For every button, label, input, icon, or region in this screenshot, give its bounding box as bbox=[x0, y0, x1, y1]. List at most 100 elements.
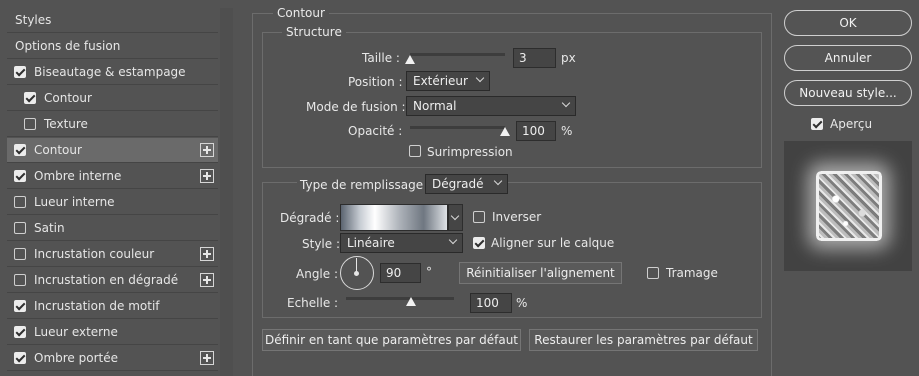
structure-legend: Structure bbox=[282, 25, 346, 39]
style-item-label: Incrustation de motif bbox=[34, 299, 160, 313]
angle-dial-center bbox=[354, 271, 359, 276]
angle-label: Angle : bbox=[296, 267, 339, 281]
add-icon[interactable] bbox=[200, 169, 214, 183]
scale-label: Echelle : bbox=[287, 296, 339, 310]
add-icon[interactable] bbox=[200, 247, 214, 261]
style-item-label: Incrustation couleur bbox=[34, 247, 155, 261]
style-item-checkbox[interactable] bbox=[14, 326, 26, 338]
style-item-checkbox[interactable] bbox=[14, 144, 26, 156]
stroke-title: Contour bbox=[273, 6, 329, 20]
style-item-checkbox[interactable] bbox=[14, 222, 26, 234]
style-value: Linéaire bbox=[347, 236, 395, 250]
size-label: Taille : bbox=[362, 51, 400, 65]
angle-input[interactable]: 90 bbox=[380, 263, 421, 283]
blend-mode-label: Mode de fusion : bbox=[306, 100, 406, 114]
style-item-label: Texture bbox=[44, 117, 88, 131]
fill-type-value: Dégradé bbox=[432, 177, 484, 191]
styles-header[interactable]: Styles bbox=[7, 8, 218, 33]
style-item-label: Lueur externe bbox=[34, 325, 118, 339]
position-select[interactable]: Extérieur bbox=[406, 71, 490, 91]
gradient-dropdown[interactable] bbox=[448, 204, 463, 231]
style-item[interactable]: Biseautage & estampage bbox=[7, 60, 218, 85]
blend-mode-value: Normal bbox=[413, 99, 457, 113]
size-slider-track[interactable] bbox=[410, 53, 505, 56]
style-item[interactable]: Incrustation de motif bbox=[7, 294, 218, 319]
style-item-checkbox[interactable] bbox=[24, 118, 36, 130]
make-default-button[interactable]: Définir en tant que paramètres par défau… bbox=[262, 329, 521, 351]
scale-slider-thumb[interactable] bbox=[405, 297, 416, 306]
chevron-down-icon bbox=[475, 73, 485, 83]
gradient-swatch[interactable] bbox=[340, 204, 448, 231]
blending-options-item[interactable]: Options de fusion bbox=[7, 34, 218, 59]
scale-input[interactable]: 100 bbox=[470, 293, 512, 313]
style-item-label: Contour bbox=[34, 143, 82, 157]
overprint-label: Surimpression bbox=[427, 145, 513, 159]
style-item[interactable]: Contour bbox=[7, 86, 218, 111]
align-layer-label: Aligner sur le calque bbox=[491, 236, 615, 250]
style-item-label: Contour bbox=[44, 91, 92, 105]
style-item[interactable]: Contour bbox=[7, 138, 218, 163]
new-style-button[interactable]: Nouveau style... bbox=[784, 80, 912, 106]
style-item[interactable]: Incrustation en dégradé bbox=[7, 268, 218, 293]
add-icon[interactable] bbox=[200, 351, 214, 365]
cancel-button[interactable]: Annuler bbox=[784, 45, 912, 71]
align-layer-checkbox[interactable] bbox=[473, 237, 485, 252]
style-item-checkbox[interactable] bbox=[24, 92, 36, 104]
style-item-checkbox[interactable] bbox=[14, 66, 26, 78]
dither-checkbox[interactable] bbox=[647, 267, 659, 282]
style-item-checkbox[interactable] bbox=[14, 274, 26, 286]
opacity-slider-track[interactable] bbox=[410, 126, 505, 129]
styles-scrollbar[interactable] bbox=[220, 8, 233, 376]
add-icon[interactable] bbox=[200, 273, 214, 287]
style-item[interactable]: Ombre portée bbox=[7, 346, 218, 371]
style-item-label: Incrustation en dégradé bbox=[34, 273, 179, 287]
style-item-label: Satin bbox=[34, 221, 65, 235]
chevron-down-icon bbox=[448, 235, 458, 245]
reverse-checkbox[interactable] bbox=[473, 211, 485, 226]
opacity-slider-thumb[interactable] bbox=[500, 127, 510, 136]
size-slider-thumb[interactable] bbox=[405, 55, 415, 64]
position-value: Extérieur bbox=[413, 74, 468, 88]
style-item-checkbox[interactable] bbox=[14, 352, 26, 364]
style-item-checkbox[interactable] bbox=[14, 248, 26, 260]
chevron-down-icon bbox=[561, 98, 571, 108]
add-icon[interactable] bbox=[200, 143, 214, 157]
opacity-input[interactable]: 100 bbox=[516, 121, 556, 141]
style-item-label: Ombre portée bbox=[34, 351, 118, 365]
reset-alignment-button[interactable]: Réinitialiser l'alignement bbox=[459, 262, 622, 284]
preview-thumbnail bbox=[816, 171, 882, 241]
chevron-down-icon bbox=[493, 176, 503, 186]
preview-checkbox[interactable] bbox=[811, 118, 823, 133]
scale-unit: % bbox=[516, 296, 528, 310]
style-select[interactable]: Linéaire bbox=[340, 233, 463, 253]
style-item[interactable]: Lueur interne bbox=[7, 190, 218, 215]
fill-type-select[interactable]: Dégradé bbox=[425, 174, 508, 194]
styles-list: Styles Options de fusion Biseautage & es… bbox=[7, 8, 218, 376]
fill-type-label: Type de remplissage : bbox=[297, 178, 434, 192]
blending-options-label: Options de fusion bbox=[15, 39, 121, 53]
style-item[interactable]: Ombre interne bbox=[7, 164, 218, 189]
angle-unit: ° bbox=[426, 265, 432, 279]
ok-button[interactable]: OK bbox=[784, 10, 912, 36]
blend-mode-select[interactable]: Normal bbox=[406, 96, 576, 116]
style-item-checkbox[interactable] bbox=[14, 170, 26, 182]
style-item-label: Lueur interne bbox=[34, 195, 115, 209]
size-input[interactable]: 3 bbox=[513, 48, 556, 68]
style-item[interactable]: Incrustation couleur bbox=[7, 242, 218, 267]
style-item-checkbox[interactable] bbox=[14, 196, 26, 208]
scale-slider-track[interactable] bbox=[346, 297, 454, 300]
opacity-unit: % bbox=[561, 124, 573, 138]
position-label: Position : bbox=[348, 75, 403, 89]
angle-dial-needle bbox=[356, 258, 357, 272]
style-item[interactable]: Lueur externe bbox=[7, 320, 218, 345]
size-unit: px bbox=[561, 51, 576, 65]
reset-default-button[interactable]: Restaurer les paramètres par défaut bbox=[529, 329, 758, 351]
dither-label: Tramage bbox=[666, 266, 718, 280]
style-item-label: Ombre interne bbox=[34, 169, 122, 183]
gradient-label: Dégradé : bbox=[280, 211, 340, 225]
overprint-checkbox[interactable] bbox=[409, 145, 421, 160]
chevron-down-icon bbox=[450, 211, 460, 221]
style-item[interactable]: Satin bbox=[7, 216, 218, 241]
style-item[interactable]: Texture bbox=[7, 112, 218, 137]
style-item-checkbox[interactable] bbox=[14, 300, 26, 312]
